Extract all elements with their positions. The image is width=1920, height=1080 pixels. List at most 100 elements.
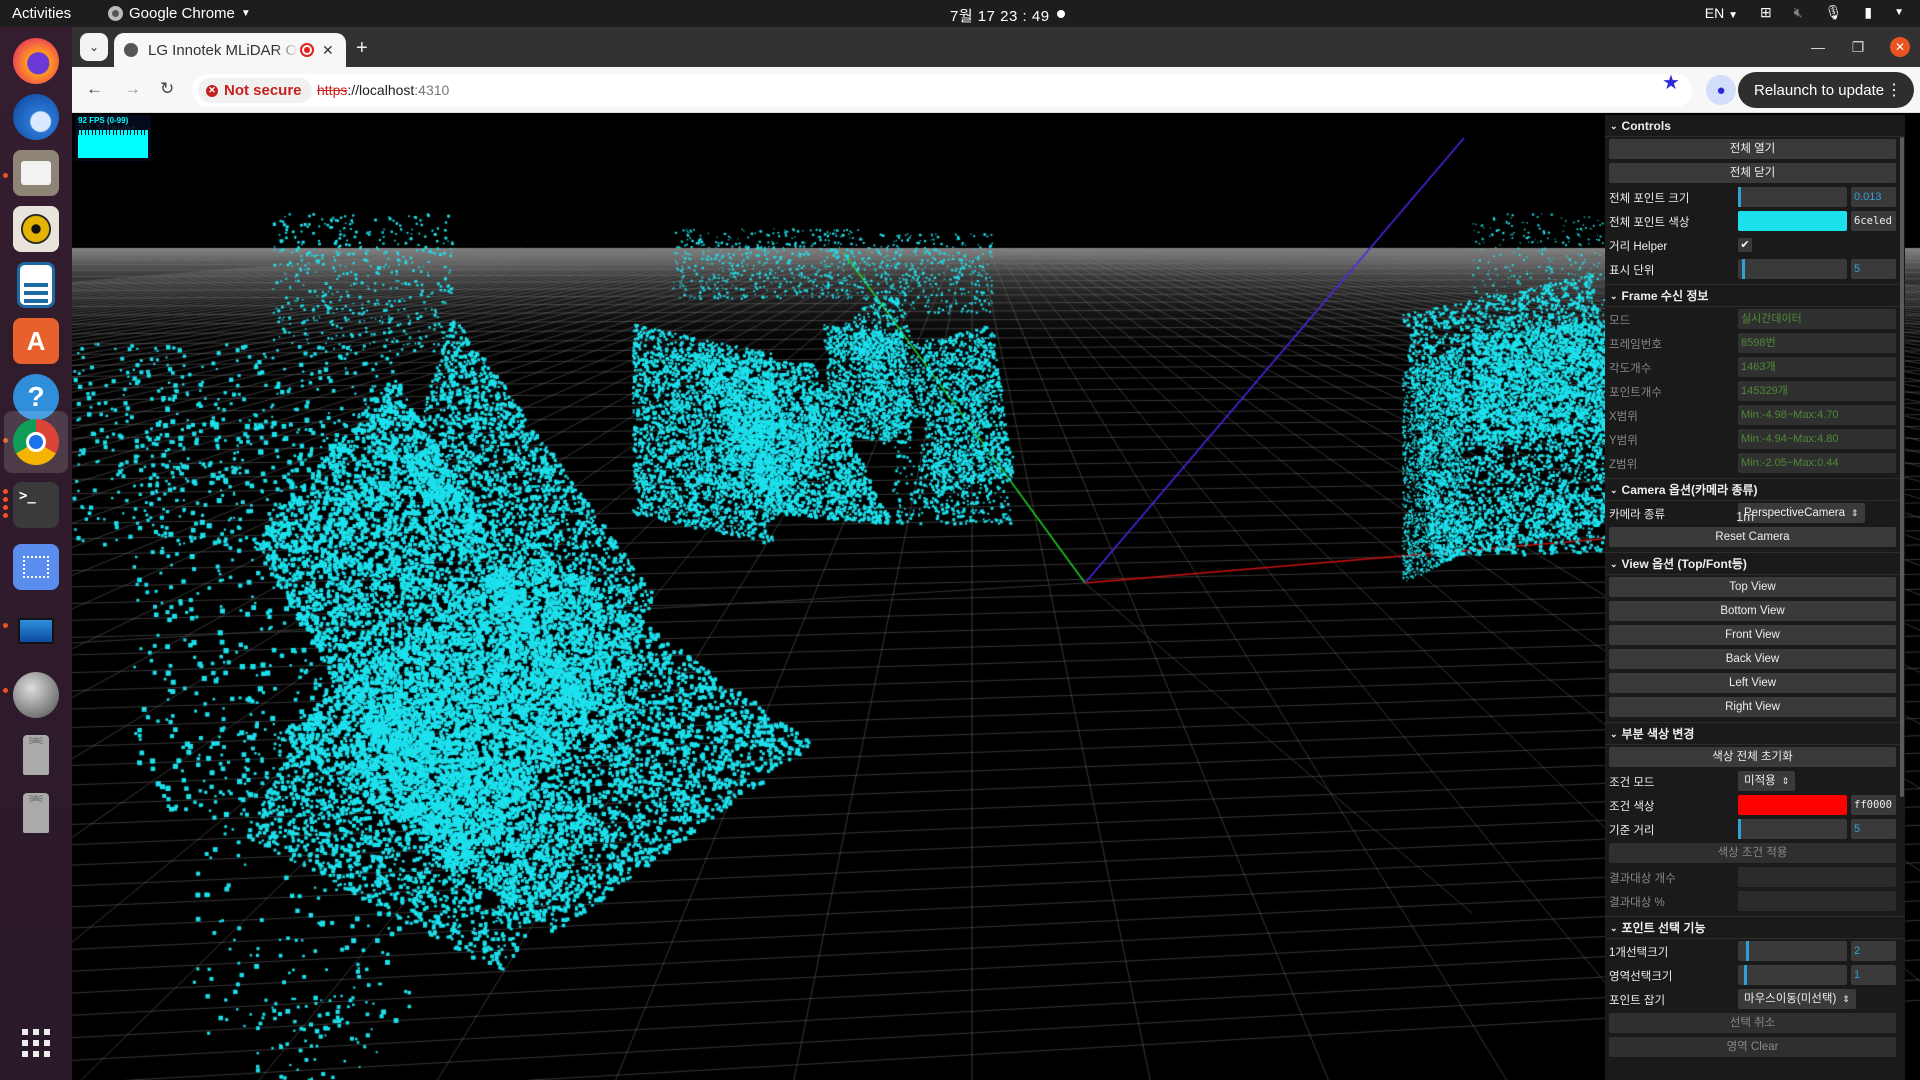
url-text[interactable]: https://localhost:4310 <box>317 82 449 98</box>
relaunch-to-update-button[interactable]: Relaunch to update ⋮ <box>1738 72 1914 108</box>
battery-icon[interactable]: ▮ <box>1864 4 1872 21</box>
notification-dot-icon <box>1057 10 1065 18</box>
dock-network-globe[interactable] <box>10 669 62 721</box>
area-select-size-input[interactable]: 1 <box>1851 965 1896 985</box>
top-view-button[interactable]: Top View <box>1609 577 1896 597</box>
frame-info-label: Y범위 <box>1609 435 1638 447</box>
dock-files[interactable] <box>10 147 62 199</box>
minimize-button[interactable]: — <box>1798 39 1838 55</box>
dock-rhythmbox[interactable] <box>10 203 62 255</box>
condition-mode-row: 조건 모드 미적용 ⇕ <box>1605 769 1905 793</box>
show-applications-button[interactable] <box>10 1017 62 1069</box>
new-tab-button[interactable]: + <box>356 37 368 60</box>
display-unit-slider[interactable] <box>1738 259 1847 279</box>
point-color-hex-input[interactable]: 6celed <box>1851 211 1896 231</box>
point-color-swatch[interactable] <box>1738 211 1847 231</box>
person-icon: ● <box>1716 81 1726 99</box>
browser-tab[interactable]: LG Innotek MLiDAR O ✕ <box>114 33 346 67</box>
forward-button[interactable]: → <box>124 79 141 99</box>
folder-icon <box>13 150 59 196</box>
point-color-row: 전체 포인트 색상 6celed <box>1605 209 1905 233</box>
keyboard-layout[interactable]: EN ▼ <box>1705 5 1738 21</box>
reference-distance-row: 기준 거리 5 <box>1605 817 1905 841</box>
camera-type-select[interactable]: PerspectiveCamera ⇕ <box>1738 503 1865 523</box>
folder-frame-info[interactable]: ⌄ Frame 수신 정보 <box>1605 285 1905 307</box>
reload-button[interactable]: ↻ <box>160 79 174 99</box>
reference-distance-slider[interactable] <box>1738 819 1847 839</box>
folder-controls[interactable]: ⌄ Controls <box>1605 115 1905 137</box>
microphone-icon[interactable]: 🎙︎ <box>1825 4 1843 21</box>
dock-usb-2[interactable]: ⎃ <box>10 787 62 839</box>
security-chip[interactable]: ✕ Not secure <box>198 78 312 103</box>
dock-screenshot[interactable] <box>10 541 62 593</box>
fps-stats-panel[interactable]: 3D Viewer 92 FPS (0-99) <box>75 115 151 161</box>
dock-terminal[interactable]: >_ <box>10 479 62 531</box>
recording-icon <box>300 43 314 57</box>
dock-thunderbird[interactable] <box>10 91 62 143</box>
result-percent-row: 결과대상 % <box>1605 889 1905 913</box>
dock-firefox[interactable] <box>10 35 62 87</box>
area-clear-button[interactable]: 영역 Clear <box>1609 1037 1896 1057</box>
folder-camera[interactable]: ⌄ Camera 옵션(카메라 종류) <box>1605 479 1905 501</box>
frame-info-value: 145329개 <box>1738 381 1896 401</box>
single-select-size-slider[interactable] <box>1738 941 1847 961</box>
open-all-button[interactable]: 전체 열기 <box>1609 139 1896 159</box>
profile-avatar[interactable]: ● <box>1706 75 1736 105</box>
dock-software[interactable]: A <box>10 315 62 367</box>
tab-search-button[interactable]: ⌄ <box>80 33 108 61</box>
view-buttons: Top View Bottom View Front View Back View Le… <box>1605 575 1905 719</box>
close-window-button[interactable]: ✕ <box>1890 37 1910 57</box>
reset-camera-button[interactable]: Reset Camera <box>1609 527 1896 547</box>
usb-drive-icon: ⎃ <box>13 790 59 836</box>
running-indicator <box>3 173 8 178</box>
reference-distance-input[interactable]: 5 <box>1851 819 1896 839</box>
condition-color-swatch[interactable] <box>1738 795 1847 815</box>
reset-all-colors-button[interactable]: 색상 전체 초기화 <box>1609 747 1896 767</box>
back-button[interactable]: ← <box>86 79 103 99</box>
condition-mode-select[interactable]: 미적용 ⇕ <box>1738 771 1796 791</box>
left-view-button[interactable]: Left View <box>1609 673 1896 693</box>
address-bar[interactable]: ✕ Not secure https://localhost:4310 <box>192 74 1765 107</box>
frame-info-value: Min:-4.94~Max:4.80 <box>1738 429 1896 449</box>
tab-close-icon[interactable]: ✕ <box>322 42 334 59</box>
controls-panel: ⌄ Controls 전체 열기 전체 닫기 전체 포인트 크기 0.013 전체… <box>1605 115 1905 1080</box>
bookmark-star-icon[interactable]: ★ <box>1662 70 1680 95</box>
volume-muted-icon[interactable]: 🔇︎ <box>1794 4 1803 21</box>
select-arrows-icon: ⇕ <box>1842 994 1850 1004</box>
condition-color-hex-input[interactable]: ff0000 <box>1851 795 1896 815</box>
dock-usb-1[interactable]: ⎃ <box>10 729 62 781</box>
cancel-selection-button[interactable]: 선택 취소 <box>1609 1013 1896 1033</box>
frame-info-row: 각도개수 1463개 <box>1605 355 1905 379</box>
back-view-button[interactable]: Back View <box>1609 649 1896 669</box>
distance-helper-checkbox[interactable]: ✔ <box>1738 238 1752 252</box>
activities-button[interactable]: Activities <box>12 5 71 22</box>
point-size-slider[interactable] <box>1738 187 1847 207</box>
network-wired-icon[interactable]: ⊞ <box>1760 4 1772 21</box>
single-select-size-input[interactable]: 2 <box>1851 941 1896 961</box>
bottom-view-button[interactable]: Bottom View <box>1609 601 1896 621</box>
point-size-input[interactable]: 0.013 <box>1851 187 1896 207</box>
clock[interactable]: 7월 17 23 : 49 <box>950 5 1050 26</box>
remote-desktop-icon <box>13 608 59 654</box>
system-tray[interactable]: EN ▼ ⊞ 🔇︎ 🎙︎ ▮ ▼ <box>1705 4 1904 21</box>
system-menu-caret-icon[interactable]: ▼ <box>1894 7 1904 18</box>
apply-color-condition-button[interactable]: 색상 조건 적용 <box>1609 843 1896 863</box>
area-select-size-row: 영역선택크기 1 <box>1605 963 1905 987</box>
more-menu-icon[interactable]: ⋮ <box>1886 80 1902 100</box>
app-menu[interactable]: Google Chrome ▼ <box>108 5 251 22</box>
area-select-size-slider[interactable] <box>1738 965 1847 985</box>
folder-view[interactable]: ⌄ View 옵션 (Top/Font등) <box>1605 553 1905 575</box>
folder-point-select[interactable]: ⌄ 포인트 선택 기능 <box>1605 917 1905 939</box>
dock-remote-desktop[interactable] <box>10 605 62 657</box>
frame-info-label: 포인트개수 <box>1609 387 1662 399</box>
dock-chrome[interactable] <box>4 411 68 473</box>
restore-button[interactable]: ❐ <box>1838 39 1878 56</box>
frame-info-row: Z범위 Min:-2.05~Max:0.44 <box>1605 451 1905 475</box>
display-unit-input[interactable]: 5 <box>1851 259 1896 279</box>
dock-writer[interactable] <box>10 259 62 311</box>
point-grab-select[interactable]: 마우스이동(미선택) ⇕ <box>1738 989 1856 1009</box>
close-all-button[interactable]: 전체 닫기 <box>1609 163 1896 183</box>
folder-partial-color[interactable]: ⌄ 부분 색상 변경 <box>1605 723 1905 745</box>
right-view-button[interactable]: Right View <box>1609 697 1896 717</box>
front-view-button[interactable]: Front View <box>1609 625 1896 645</box>
